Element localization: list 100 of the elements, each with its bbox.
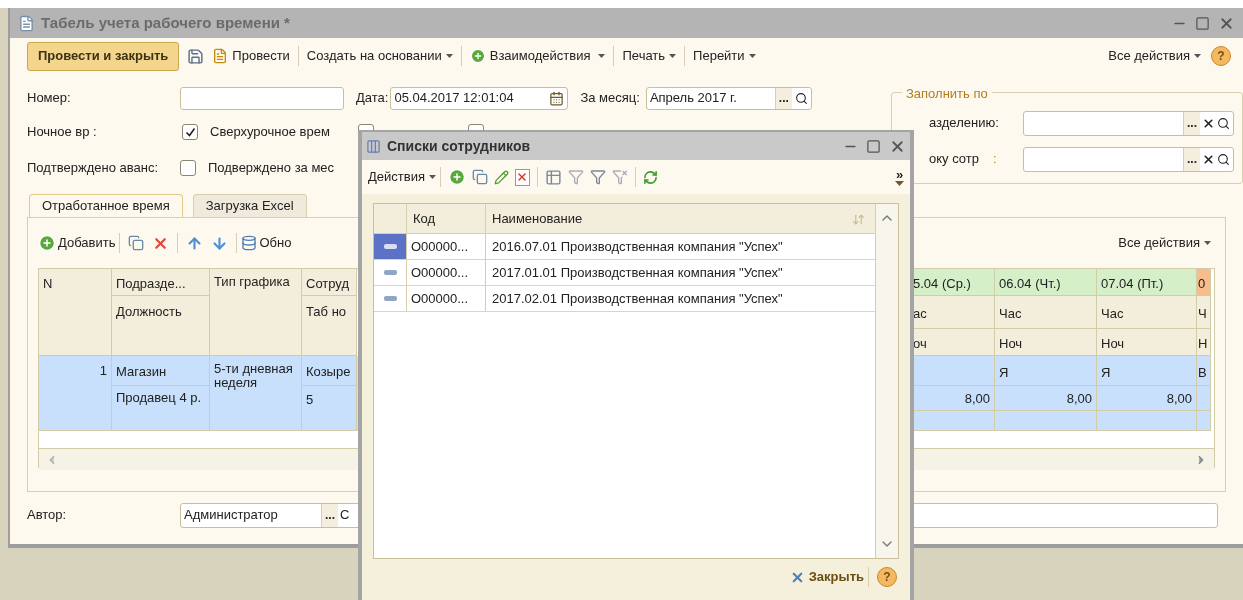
menu-button[interactable]: Создать на основании	[302, 46, 457, 66]
table-cell: 8,00	[1097, 386, 1197, 411]
table-cell: 5	[302, 386, 357, 431]
caret-icon	[428, 175, 436, 179]
copy-icon[interactable]	[128, 235, 145, 251]
caret-icon	[1194, 54, 1201, 58]
maximize-icon[interactable]	[866, 138, 881, 154]
choose-button[interactable]: ...	[774, 87, 792, 109]
date-label: Дата:	[356, 89, 389, 108]
refresh-icon[interactable]	[642, 169, 658, 185]
choose-button[interactable]: ...	[1183, 147, 1200, 171]
add-icon[interactable]	[447, 168, 466, 186]
help-button[interactable]: ?	[1211, 46, 1231, 66]
table-cell: О00000...	[407, 286, 486, 311]
document-icon	[18, 14, 35, 32]
calendar-icon[interactable]	[549, 90, 565, 106]
refresh-button[interactable]: Обно	[241, 233, 292, 253]
table-cell: Магазин	[112, 356, 210, 386]
delete-icon[interactable]	[514, 168, 530, 186]
caret-icon	[1204, 241, 1211, 245]
list-row[interactable]: О00000... 2016.07.01 Производственная компания "Успех"	[374, 234, 875, 260]
document-icon	[212, 48, 229, 64]
caret-icon	[669, 54, 677, 58]
colon-label: :	[992, 150, 997, 169]
column-header: Час	[995, 296, 1097, 329]
choice-field[interactable]: ...	[1023, 146, 1234, 172]
month-field[interactable]: Апрель 2017 г. ...	[645, 86, 812, 110]
choose-button[interactable]: ...	[1183, 111, 1200, 135]
number-field[interactable]	[180, 86, 344, 110]
table-cell: Я	[1097, 356, 1197, 386]
choose-button[interactable]: ...	[321, 503, 338, 527]
add-button[interactable]: Добавить	[38, 233, 116, 253]
field-label: азделению:	[929, 114, 999, 133]
caret-icon	[895, 180, 904, 186]
column-header: Подразде...	[112, 269, 210, 296]
table-cell: О00000...	[407, 234, 486, 259]
table-cell: Козыре	[302, 356, 357, 386]
menu-button[interactable]: Взаимодействия	[465, 46, 610, 66]
field-label: оку сотр	[929, 150, 979, 169]
help-button[interactable]: ?	[877, 567, 897, 587]
checkbox[interactable]	[180, 160, 196, 176]
table-cell	[1197, 386, 1211, 411]
table-cell: Продавец 4 р.	[112, 386, 210, 431]
column-header: Наименование	[491, 209, 584, 228]
choose-button[interactable]: С	[338, 505, 352, 525]
checkbox-label: Подтверждено аванс:	[27, 159, 160, 178]
checkbox-label: Подверждено за мес	[208, 159, 335, 178]
column-header: Код	[407, 204, 486, 233]
search-icon[interactable]	[1217, 116, 1230, 130]
post-button[interactable]: Провести	[208, 46, 294, 66]
copy-icon[interactable]	[471, 169, 488, 185]
table-cell-text: 2017.01.01 Производственная компания "Успех"	[491, 263, 784, 282]
vertical-scrollbar[interactable]	[875, 204, 898, 558]
month-label: За месяц:	[580, 89, 640, 108]
save-icon[interactable]	[187, 47, 205, 65]
clear-filter-icon[interactable]	[611, 169, 628, 185]
list-icon	[366, 138, 381, 154]
day-header: 07.04 (Пт.)	[1097, 269, 1197, 296]
table-cell: 5-ти дневная неделя	[210, 356, 302, 431]
column-header: Ноч	[1097, 329, 1197, 356]
menu-button[interactable]: Перейти	[689, 46, 760, 66]
list-row[interactable]: О00000... 2017.02.01 Производственная компания "Успех"	[374, 286, 875, 312]
all-actions-button[interactable]: Все действия	[1108, 46, 1201, 66]
table-cell-text: 2017.02.01 Производственная компания "Успех"	[491, 289, 784, 308]
edit-icon[interactable]	[493, 169, 509, 185]
column-header: Должность	[112, 296, 210, 356]
tab[interactable]: Отработанное время	[29, 194, 183, 217]
date-field[interactable]: 05.04.2017 12:01:04	[390, 86, 569, 110]
checkbox[interactable]	[182, 124, 198, 140]
author-label: Автор:	[27, 506, 68, 525]
column-header: N	[39, 269, 112, 356]
column-header: Таб но	[302, 296, 357, 356]
actions-button[interactable]: Действия	[368, 167, 436, 187]
post-and-close-button[interactable]: Провести и закрыть	[27, 41, 180, 71]
day-header: 0	[1197, 269, 1211, 296]
table-cell: О00000...	[407, 260, 486, 285]
table-cell-text: 2016.07.01 Производственная компания "Успех"	[491, 237, 784, 256]
plus-icon	[469, 48, 486, 64]
plus-icon	[38, 234, 56, 252]
close-button[interactable]: Закрыть	[789, 567, 864, 587]
search-icon[interactable]	[794, 91, 808, 105]
checkmark-icon	[184, 126, 196, 138]
column-header: Тип графика	[210, 269, 302, 356]
all-actions-button[interactable]: Все действия	[1118, 233, 1211, 253]
search-icon[interactable]	[1217, 152, 1230, 166]
number-label: Номер:	[27, 89, 72, 108]
table-cell: 1	[39, 356, 112, 431]
table-cell: 8,00	[995, 386, 1097, 411]
checkbox-label: Ночное вр :	[27, 123, 98, 142]
database-icon	[241, 235, 258, 251]
clear-icon[interactable]	[1202, 152, 1215, 166]
up-arrow-icon[interactable]	[186, 234, 204, 252]
list-row[interactable]: О00000... 2017.01.01 Производственная компания "Успех"	[374, 260, 875, 286]
menu-button[interactable]: Печать	[618, 46, 681, 66]
clear-icon[interactable]	[1202, 116, 1215, 130]
choice-field[interactable]: ...	[1023, 110, 1234, 136]
maximize-icon[interactable]	[1195, 15, 1210, 31]
more-button[interactable]: »	[895, 168, 904, 181]
down-arrow-icon[interactable]	[211, 234, 229, 252]
tab[interactable]: Загрузка Excel	[192, 194, 307, 217]
